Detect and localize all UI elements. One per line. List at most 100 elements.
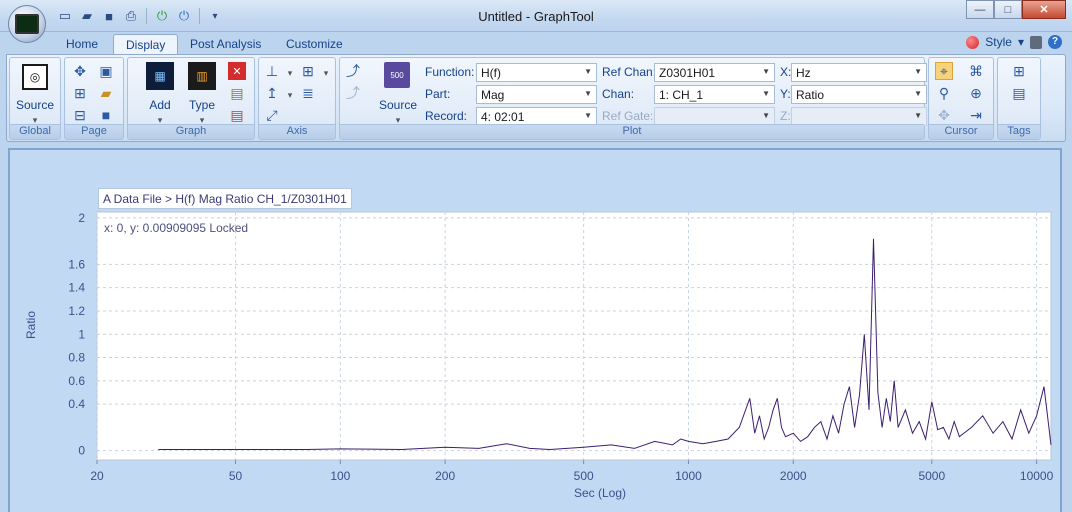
chevron-down-icon[interactable]: ▾ bbox=[281, 86, 299, 104]
chevron-down-icon: ▼ bbox=[762, 89, 770, 98]
chevron-down-icon: ▼ bbox=[762, 111, 770, 120]
group-page: ✥ ▣ ⊞ ▰ ⊟ ■ Page bbox=[64, 57, 124, 140]
part-select[interactable]: Mag ▼ bbox=[476, 85, 597, 104]
group-graph: ▦ Add ▾ ▥ Type ▾ ✕ ▤ ▤ Graph bbox=[127, 57, 255, 140]
maximize-button[interactable]: □ bbox=[994, 0, 1022, 19]
add-page-icon[interactable]: ⊞ bbox=[71, 84, 89, 102]
axis-list-icon[interactable]: ≣ bbox=[299, 84, 317, 102]
x-unit-label: X: bbox=[780, 65, 792, 79]
minimize-button[interactable]: — bbox=[966, 0, 994, 19]
axis-add-icon[interactable]: ⊞ bbox=[299, 62, 317, 80]
tab-post-analysis[interactable]: Post Analysis bbox=[178, 34, 273, 54]
pan-icon: ✥ bbox=[938, 106, 950, 123]
ref-chan-value: Z0301H01 bbox=[659, 66, 716, 80]
group-label-tags: Tags bbox=[998, 124, 1040, 139]
group-label-page: Page bbox=[65, 124, 123, 139]
oscilloscope-icon bbox=[15, 14, 39, 34]
chevron-down-icon: ▼ bbox=[584, 89, 592, 98]
page-select-icon[interactable]: ▣ bbox=[97, 62, 115, 80]
style-menu[interactable]: Style bbox=[985, 35, 1012, 49]
group-label-axis: Axis bbox=[259, 124, 335, 139]
y-unit-select[interactable]: Ratio ▼ bbox=[791, 85, 927, 104]
chevron-down-icon[interactable]: ▾ bbox=[281, 64, 299, 82]
trace-disabled-icon: ⤴ bbox=[346, 85, 360, 101]
add-graph-button[interactable]: Add bbox=[142, 98, 178, 112]
ribbon: ◎ Source ▾ Global ✥ ▣ ⊞ ▰ ⊟ ■ Page ▦ Add… bbox=[6, 54, 1066, 142]
group-label-plot: Plot bbox=[340, 124, 924, 139]
tab-customize[interactable]: Customize bbox=[274, 34, 355, 54]
y-axis-label: Ratio bbox=[24, 310, 39, 340]
group-label-cursor: Cursor bbox=[929, 124, 993, 139]
group-axis: ⊥ ▾ ⊞ ▾ ↥ ▾ ≣ ⤢ Axis bbox=[258, 57, 336, 140]
record-label: Record: bbox=[425, 109, 468, 123]
x-unit-value: Hz bbox=[796, 66, 811, 80]
x-axis-label: Sec (Log) bbox=[574, 486, 627, 500]
chevron-down-icon: ▼ bbox=[584, 67, 592, 76]
group-label-global: Global bbox=[10, 124, 60, 139]
chevron-down-icon: ▼ bbox=[914, 67, 922, 76]
chan-label: Chan: bbox=[602, 87, 635, 101]
plot-source-icon[interactable]: 500 bbox=[384, 62, 410, 88]
cursor-add-icon[interactable]: ⊕ bbox=[967, 84, 985, 102]
y-unit-value: Ratio bbox=[796, 88, 825, 102]
ref-chan-label: Ref Chan: bbox=[602, 65, 657, 79]
add-tag-icon[interactable]: ⊞ bbox=[1010, 62, 1028, 80]
ref-gate-label: Ref Gate: bbox=[602, 109, 654, 123]
chevron-down-icon: ▼ bbox=[914, 89, 922, 98]
axis-x-icon[interactable]: ⊥ bbox=[263, 62, 281, 80]
chevron-down-icon: ▼ bbox=[914, 111, 922, 120]
graph-title[interactable]: A Data File > H(f) Mag Ratio CH_1/Z0301H… bbox=[98, 188, 352, 209]
chevron-down-icon[interactable]: ▾ bbox=[317, 64, 335, 82]
chan-select[interactable]: 1: CH_1 ▼ bbox=[654, 85, 775, 104]
window-title: Untitled - GraphTool bbox=[478, 9, 594, 24]
graph-type-icon[interactable]: ▥ bbox=[188, 62, 216, 90]
graph-type-button[interactable]: Type bbox=[182, 98, 222, 112]
graph-layout-icon[interactable]: ▤ bbox=[228, 84, 246, 102]
open-page-icon[interactable]: ▰ bbox=[97, 84, 115, 102]
part-value: Mag bbox=[481, 88, 505, 102]
group-cursor: ⌖ ⌘ ⚲ ⊕ ✥ ⇥ Cursor bbox=[928, 57, 994, 140]
chevron-down-icon: ▼ bbox=[584, 111, 592, 120]
function-value: H(f) bbox=[481, 66, 501, 80]
tab-home[interactable]: Home bbox=[54, 34, 110, 54]
help-icon[interactable]: ? bbox=[1048, 35, 1062, 49]
title-bar: ▭ ▰ ■ ⎙ ⏻ ⏻ ▾ Untitled - GraphTool — □ ✕ bbox=[0, 0, 1072, 32]
crosshair-page-icon[interactable]: ✥ bbox=[71, 62, 89, 80]
zoom-icon[interactable]: ⚲ bbox=[935, 84, 953, 102]
remove-page-icon[interactable]: ⊟ bbox=[71, 106, 89, 124]
axis-y-icon[interactable]: ↥ bbox=[263, 84, 281, 102]
chevron-down-icon[interactable]: ▾ bbox=[1018, 35, 1024, 49]
lock-icon[interactable] bbox=[1030, 35, 1042, 49]
window-controls: — □ ✕ bbox=[966, 0, 1066, 19]
part-label: Part: bbox=[425, 87, 451, 101]
ribbon-tabs: Home Display Post Analysis Customize bbox=[0, 32, 1072, 54]
group-label-graph: Graph bbox=[128, 124, 254, 139]
function-label: Function: bbox=[425, 65, 475, 79]
chan-value: 1: CH_1 bbox=[659, 88, 704, 102]
delete-graph-icon[interactable]: ✕ bbox=[228, 62, 246, 80]
y-unit-label: Y: bbox=[780, 87, 791, 101]
add-trace-icon[interactable]: ⤴ bbox=[344, 62, 362, 80]
function-select[interactable]: H(f) ▼ bbox=[476, 63, 597, 82]
x-unit-select[interactable]: Hz ▼ bbox=[791, 63, 927, 82]
plot-source-badge: 500 bbox=[390, 70, 404, 80]
close-button[interactable]: ✕ bbox=[1022, 0, 1066, 19]
cursor-peak-icon[interactable]: ⌘ bbox=[967, 62, 985, 80]
source-target-icon[interactable]: ◎ bbox=[22, 64, 48, 90]
cursor-select-icon[interactable]: ⌖ bbox=[935, 62, 953, 80]
graph-clear-icon[interactable]: ▤ bbox=[228, 106, 246, 124]
group-global: ◎ Source ▾ Global bbox=[9, 57, 61, 140]
save-page-icon[interactable]: ■ bbox=[97, 106, 115, 124]
plot-source-button[interactable]: Source bbox=[376, 98, 420, 112]
tag-list-icon[interactable]: ▤ bbox=[1010, 84, 1028, 102]
cursor-track-icon[interactable]: ⇥ bbox=[967, 106, 985, 124]
group-tags: ⊞ ▤ Tags bbox=[997, 57, 1041, 140]
ref-chan-select[interactable]: Z0301H01 ▼ bbox=[654, 63, 775, 82]
application-menu-button[interactable] bbox=[8, 5, 46, 43]
record-value: 4: 02:01 bbox=[481, 110, 525, 124]
global-source-button[interactable]: Source bbox=[10, 98, 60, 112]
add-graph-icon[interactable]: ▦ bbox=[146, 62, 174, 90]
tab-display[interactable]: Display bbox=[113, 34, 179, 54]
axis-diagonal-icon[interactable]: ⤢ bbox=[263, 106, 281, 124]
record-indicator-icon bbox=[966, 35, 980, 49]
